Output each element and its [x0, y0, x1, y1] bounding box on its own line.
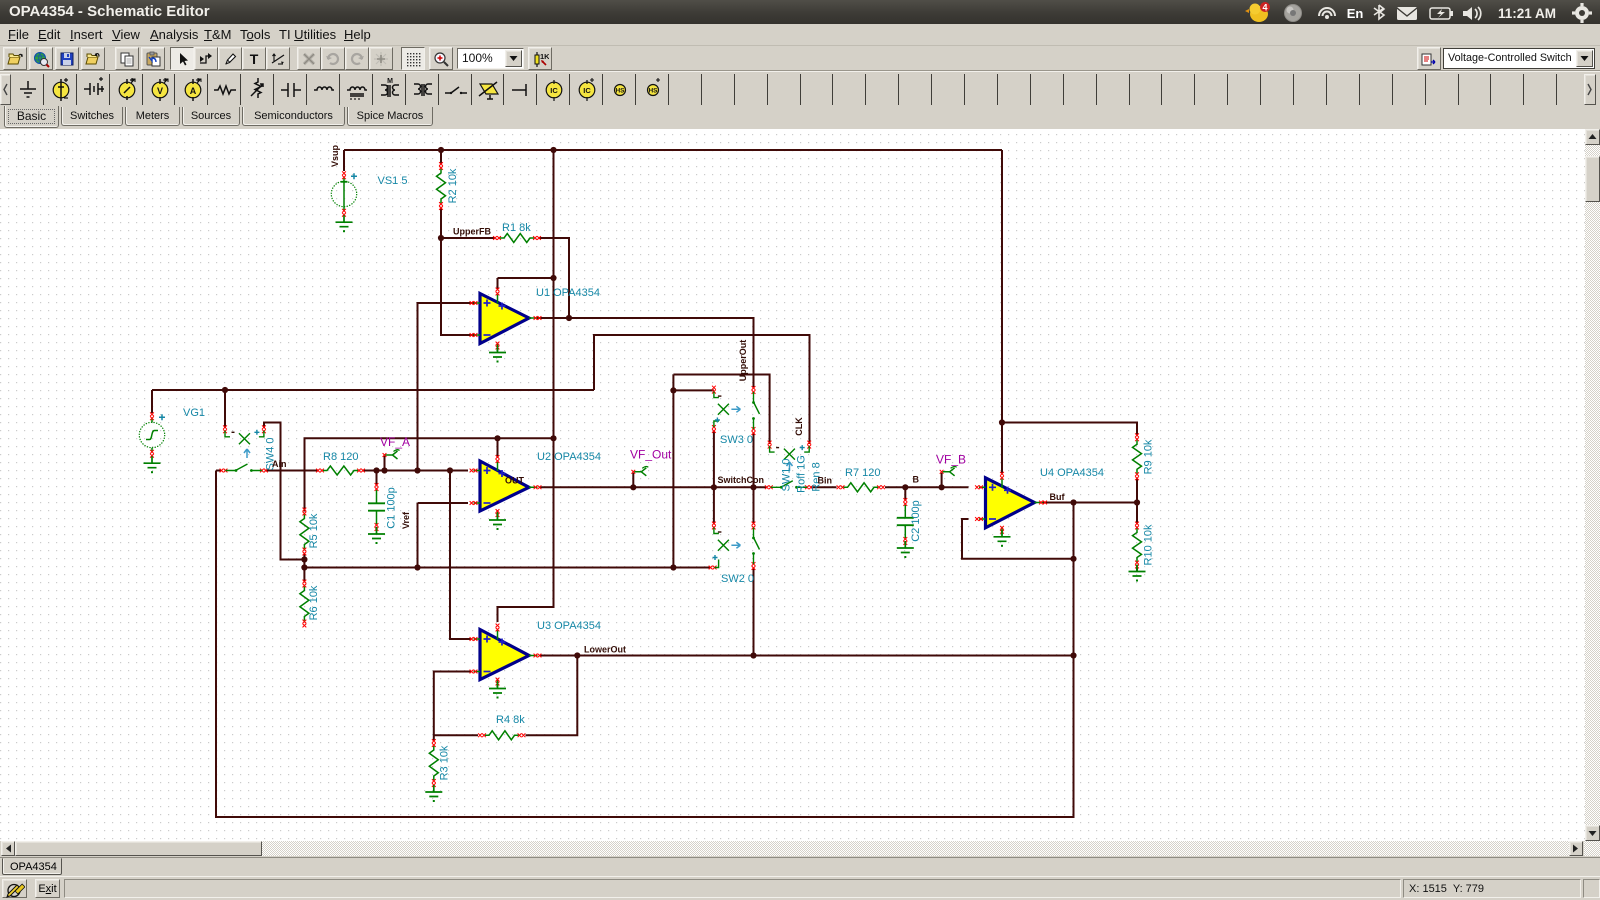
svg-text:UpperOut: UpperOut	[738, 340, 748, 382]
svg-text:U3 OPA4354: U3 OPA4354	[537, 620, 601, 632]
svg-text:R5 10k: R5 10k	[308, 513, 320, 548]
svg-text:R10 10k: R10 10k	[1143, 524, 1155, 565]
svg-text:LowerOut: LowerOut	[584, 645, 626, 655]
svg-text:OUT: OUT	[505, 476, 525, 486]
svg-text:IC: IC	[584, 86, 592, 95]
svg-text:R4 8k: R4 8k	[496, 714, 525, 726]
svg-text:IC: IC	[551, 86, 559, 95]
svg-text:HS: HS	[616, 88, 626, 95]
svg-text:VG1: VG1	[183, 407, 205, 419]
svg-text:SW1 0: SW1 0	[781, 458, 793, 491]
svg-text:Roff 1G: Roff 1G	[796, 455, 808, 493]
svg-text:11:21 AM: 11:21 AM	[1498, 6, 1556, 21]
svg-text:R7 120: R7 120	[845, 467, 880, 479]
svg-text:UpperFB: UpperFB	[453, 227, 492, 237]
svg-text:U4 OPA4354: U4 OPA4354	[1040, 467, 1104, 479]
svg-text:R1 8k: R1 8k	[502, 222, 531, 234]
svg-text:4: 4	[1262, 3, 1267, 13]
svg-text:U1 OPA4354: U1 OPA4354	[536, 287, 600, 299]
svg-text:Ain: Ain	[272, 459, 287, 469]
svg-text:VF_B: VF_B	[936, 453, 966, 467]
svg-text:SwitchCon: SwitchCon	[718, 475, 765, 485]
svg-text:SW2 0: SW2 0	[721, 573, 754, 585]
svg-text:CLK: CLK	[794, 417, 804, 436]
svg-text:R6 10k: R6 10k	[308, 585, 320, 620]
svg-text:C1 100p: C1 100p	[386, 487, 398, 529]
svg-text:Buf: Buf	[1050, 492, 1066, 502]
svg-text:SW3 0: SW3 0	[720, 434, 753, 446]
svg-text:U2 OPA4354: U2 OPA4354	[537, 451, 601, 463]
svg-text:A: A	[189, 86, 196, 96]
svg-text:En: En	[1347, 6, 1364, 21]
svg-text:Bin: Bin	[818, 476, 833, 486]
svg-text:Vsup: Vsup	[330, 145, 340, 168]
svg-text:C2 100p: C2 100p	[910, 500, 922, 542]
svg-text:VF_Out: VF_Out	[630, 448, 672, 462]
svg-text:T: T	[250, 51, 259, 67]
svg-text:B: B	[913, 475, 920, 485]
svg-text:HS: HS	[649, 88, 659, 95]
svg-text:VS1 5: VS1 5	[378, 175, 408, 187]
svg-text:VF_A: VF_A	[380, 435, 410, 449]
svg-text:R8 120: R8 120	[323, 451, 358, 463]
svg-text:Vref: Vref	[401, 511, 411, 529]
svg-text:R3 10k: R3 10k	[439, 745, 451, 780]
svg-text:1K: 1K	[540, 52, 549, 61]
svg-text:M: M	[387, 78, 393, 85]
svg-text:V: V	[157, 86, 163, 96]
svg-text:R2 10k: R2 10k	[447, 168, 459, 203]
svg-text:R9 10k: R9 10k	[1143, 439, 1155, 474]
